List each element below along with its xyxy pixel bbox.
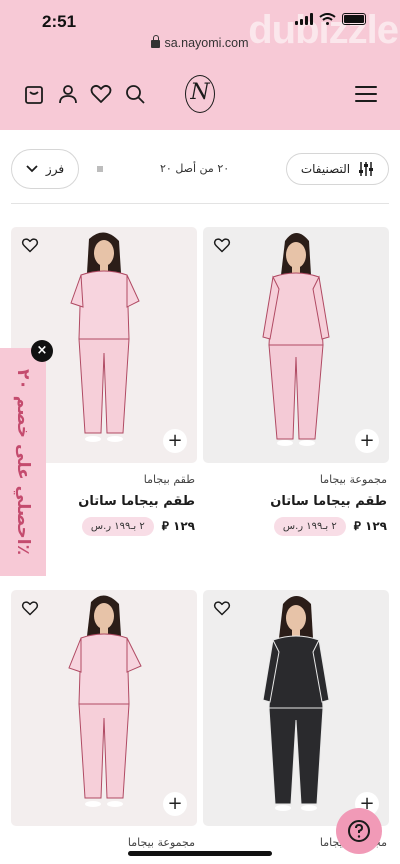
battery-icon — [342, 13, 366, 25]
add-to-cart-button[interactable]: + — [355, 429, 379, 453]
wifi-icon — [319, 13, 336, 25]
sliders-icon — [359, 162, 374, 176]
heart-icon[interactable] — [89, 82, 113, 106]
product-category: مجموعة بيجاما — [319, 473, 387, 486]
product-card[interactable]: + مجموعة بيجاما — [11, 590, 197, 849]
header-bar: 2:51 dubizzle sa.nayomi.com N — [0, 0, 400, 130]
chevron-down-icon — [26, 165, 38, 173]
url-text: sa.nayomi.com — [164, 36, 249, 50]
product-name[interactable]: طقم بيجاما ساتان — [203, 494, 389, 509]
home-indicator — [128, 851, 272, 856]
page: 2:51 dubizzle sa.nayomi.com N فرز ٢٠ من … — [0, 0, 400, 864]
product-price: ⃁ ١٢٩ — [354, 519, 387, 534]
model-image — [262, 233, 330, 446]
status-icons — [295, 13, 366, 25]
wishlist-heart-icon[interactable] — [21, 237, 39, 253]
lock-icon — [151, 35, 161, 48]
divider — [11, 203, 389, 204]
brand-logo[interactable]: N — [185, 75, 215, 113]
model-image — [68, 595, 142, 807]
help-button[interactable] — [336, 808, 382, 854]
wishlist-heart-icon[interactable] — [213, 237, 231, 253]
sort-button[interactable]: فرز — [11, 149, 79, 189]
price-value: ١٢٩ — [365, 519, 387, 533]
product-image[interactable]: + — [203, 590, 389, 826]
price-row: ٢ بـ١٩٩ ر.س ⃁ ١٢٩ — [203, 517, 389, 536]
model-image — [262, 596, 330, 811]
count-marker — [97, 166, 103, 172]
bag-icon[interactable] — [22, 82, 46, 106]
product-count: ٢٠ من أصل ٢٠ — [160, 162, 230, 175]
discount-text: احصلي على خصم ٢٠٪ — [13, 369, 33, 555]
add-to-cart-button[interactable]: + — [163, 429, 187, 453]
promo-badge: ٢ بـ١٩٩ ر.س — [273, 517, 346, 536]
price-value: ١٢٩ — [173, 519, 195, 533]
url-bar[interactable]: sa.nayomi.com — [0, 35, 400, 50]
promo-badge: ٢ بـ١٩٩ ر.س — [81, 517, 154, 536]
currency-icon: ⃁ — [161, 519, 169, 533]
sort-label: فرز — [45, 162, 65, 176]
question-icon — [348, 820, 370, 842]
wishlist-heart-icon[interactable] — [21, 600, 39, 616]
discount-side-tab[interactable]: احصلي على خصم ٢٠٪ — [0, 348, 46, 576]
search-icon[interactable] — [123, 82, 147, 106]
product-category: مجموعة بيجاما — [127, 836, 195, 849]
wishlist-heart-icon[interactable] — [213, 600, 231, 616]
product-price: ⃁ ١٢٩ — [162, 519, 195, 534]
status-time: 2:51 — [42, 12, 77, 31]
product-image[interactable]: + — [203, 227, 389, 463]
filter-label: التصنيفات — [300, 162, 351, 176]
close-icon[interactable]: × — [31, 340, 53, 362]
product-card[interactable]: + مجموعة بيجاما طقم بيجاما ساتان ٢ بـ١٩٩… — [203, 227, 389, 536]
user-icon[interactable] — [56, 82, 80, 106]
menu-icon[interactable] — [355, 86, 377, 102]
currency-icon: ⃁ — [353, 519, 361, 533]
filter-button[interactable]: التصنيفات — [286, 153, 389, 185]
add-to-cart-button[interactable]: + — [163, 792, 187, 816]
product-image[interactable]: + — [11, 590, 197, 826]
signal-icon — [295, 13, 313, 25]
